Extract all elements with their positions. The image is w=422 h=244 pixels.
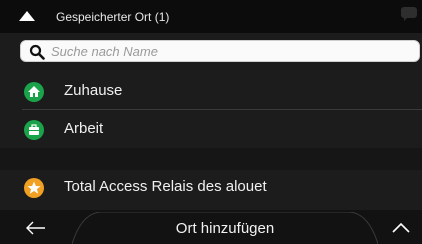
- message-icon[interactable]: [400, 6, 418, 22]
- back-arrow-icon[interactable]: [24, 220, 48, 236]
- search-placeholder: Suche nach Name: [51, 44, 158, 59]
- section-separator: [0, 148, 422, 170]
- search-icon: [29, 44, 45, 60]
- list-item-label: Total Access Relais des alouet: [64, 178, 267, 195]
- star-icon: [24, 178, 44, 198]
- list-item-label: Zuhause: [64, 82, 123, 99]
- search-field[interactable]: Suche nach Name: [20, 40, 420, 62]
- add-place-label: Ort hinzufügen: [175, 220, 275, 237]
- list-item-saved-place[interactable]: Total Access Relais des alouet: [0, 168, 422, 206]
- add-place-button[interactable]: Ort hinzufügen: [72, 212, 378, 244]
- list-item-label: Arbeit: [64, 120, 104, 137]
- home-icon: [24, 82, 44, 102]
- page-title: Gespeicherter Ort (1): [56, 10, 170, 24]
- briefcase-icon: [24, 120, 44, 140]
- list-item-home[interactable]: Zuhause: [0, 72, 422, 110]
- chevron-up-icon[interactable]: [390, 220, 412, 236]
- collapse-arrow-icon[interactable]: [18, 10, 36, 22]
- list-item-work[interactable]: Arbeit: [0, 110, 422, 148]
- bottom-bar: Ort hinzufügen: [0, 210, 422, 244]
- header-bar: Gespeicherter Ort (1): [0, 0, 422, 33]
